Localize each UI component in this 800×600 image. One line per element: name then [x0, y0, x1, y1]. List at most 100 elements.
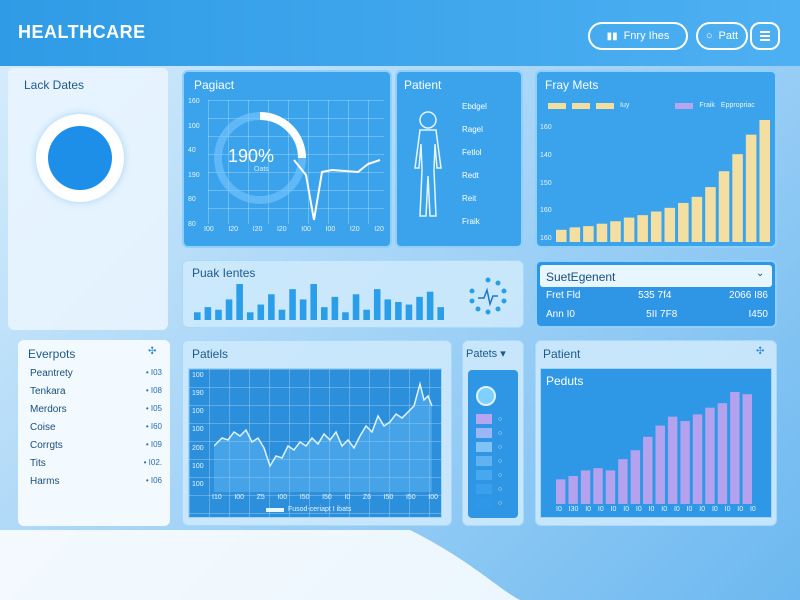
chart-bar	[718, 171, 730, 242]
status-ring	[36, 114, 124, 202]
y-tick: 160	[540, 124, 552, 131]
list-item[interactable]: Coise • I60	[30, 422, 162, 433]
chart-bar	[705, 187, 716, 242]
sect-cell: Ann I0	[546, 309, 575, 320]
chart-bar	[759, 120, 770, 242]
chart-bar	[678, 202, 689, 242]
patiels-line-chart	[214, 381, 433, 492]
legend-swatch	[266, 507, 284, 512]
chart-bar	[667, 416, 678, 504]
expand-icon[interactable]: ✣	[756, 346, 764, 357]
y-tick: 100	[192, 408, 204, 416]
x-tick: I30	[568, 506, 579, 513]
chart-bar	[257, 304, 265, 320]
y-tick: 100	[192, 372, 204, 379]
check-icon: ○	[498, 485, 503, 493]
list-item[interactable]: Corrgts • I09	[30, 440, 162, 451]
list-item[interactable]: Tits • I02.	[30, 458, 162, 469]
patets-swatch	[476, 498, 492, 508]
patets-item[interactable]: ○	[476, 484, 502, 494]
x-tick: I0	[635, 506, 642, 513]
patets-swatch	[476, 470, 492, 480]
legend-swatch	[675, 102, 694, 109]
search-icon: ○	[705, 30, 713, 42]
patets-item[interactable]: ○	[476, 442, 502, 452]
check-icon: ○	[498, 443, 503, 451]
chart-bar	[352, 294, 360, 320]
grid-icon: ▮▮	[606, 30, 618, 42]
y-tick: 160	[188, 98, 200, 105]
patiels-title: Patiels	[192, 347, 229, 361]
list-item[interactable]: Harms • I06	[30, 476, 162, 487]
chart-bar	[717, 403, 728, 504]
x-tick: I50	[383, 494, 394, 501]
list-item[interactable]: Merdors • I05	[30, 404, 162, 415]
x-tick: I0	[673, 506, 680, 513]
x-tick: I0	[597, 506, 604, 513]
chart-bar	[236, 284, 243, 320]
fray-button[interactable]: ▮▮ Fnry Ihes	[588, 22, 688, 50]
sect-cell: Fret Fld	[546, 290, 581, 301]
patient2-bar-chart	[556, 392, 752, 504]
left-panel-title: Lack Dates	[24, 78, 85, 92]
legend-label: Fusod-ceriapt I ibats	[288, 506, 352, 513]
x-tick: I10	[212, 494, 222, 501]
check-icon: ○	[498, 415, 503, 423]
chart-bar	[225, 299, 233, 320]
patiels-yaxis: 100 190 100 100 200 100 100	[192, 372, 204, 488]
list-item[interactable]: Peantrety • I03	[30, 368, 162, 379]
x-tick: I0	[699, 506, 706, 513]
menu-button[interactable]	[750, 22, 780, 50]
expand-icon[interactable]: ✣	[148, 346, 156, 357]
chart-bar	[732, 154, 743, 242]
chart-bar	[650, 211, 662, 242]
sect-row: Fret Fld 535 7f4 2066 I86	[546, 290, 768, 301]
legend-swatch	[596, 102, 614, 109]
chart-bar	[692, 414, 703, 504]
chart-bar	[342, 312, 349, 320]
sect-cell: 5II 7F8	[646, 309, 678, 320]
patient-label: Ragel	[462, 125, 483, 134]
list-item-value: • I03	[145, 368, 162, 377]
list-item-value: • I06	[145, 476, 162, 485]
chart-bar	[246, 312, 254, 320]
y-tick: 160	[540, 235, 552, 242]
sect-title: SuetEgenent	[546, 270, 616, 284]
chart-bar	[568, 476, 578, 504]
chart-bar	[637, 215, 648, 242]
body-figure-icon	[414, 111, 442, 217]
y-tick: 40	[188, 147, 196, 155]
y-tick: 100	[192, 426, 204, 434]
y-tick: 80	[188, 196, 196, 204]
x-tick: I50	[405, 494, 416, 501]
patt-button[interactable]: ○ Patt	[696, 22, 748, 50]
patets-item[interactable]: ○	[476, 414, 502, 424]
avatar[interactable]	[476, 386, 496, 406]
hamburger-icon	[760, 35, 770, 37]
chart-bar	[426, 291, 434, 320]
x-tick: I0	[648, 506, 655, 513]
chart-bar	[437, 307, 444, 320]
patets-item[interactable]: ○	[476, 428, 502, 438]
x-tick: I20	[252, 226, 263, 233]
chevron-down-icon[interactable]: ⌄	[756, 268, 764, 279]
x-tick: I00	[277, 494, 288, 501]
sect-cell: 2066 I86	[729, 290, 768, 301]
chart-bar	[605, 470, 616, 504]
fray-legend: Iuy Fraik Eppropriac	[548, 102, 755, 109]
status-circle	[48, 126, 112, 190]
patient-title: Patient	[404, 78, 442, 92]
x-tick: I00	[325, 226, 336, 233]
chart-bar	[395, 302, 402, 320]
patets-item[interactable]: ○	[476, 470, 502, 480]
patets-swatch	[476, 442, 492, 452]
chart-bar	[215, 309, 222, 320]
chart-bar	[331, 296, 339, 320]
fray-bar-chart	[556, 120, 770, 242]
patient-label: Fetlol	[462, 148, 482, 157]
patets-item[interactable]: ○	[476, 498, 502, 508]
patets-title[interactable]: Patets ▾	[466, 347, 506, 360]
patets-item[interactable]: ○	[476, 456, 502, 466]
list-item[interactable]: Tenkara • I08	[30, 386, 162, 397]
list-item-label: Tits	[30, 458, 46, 469]
